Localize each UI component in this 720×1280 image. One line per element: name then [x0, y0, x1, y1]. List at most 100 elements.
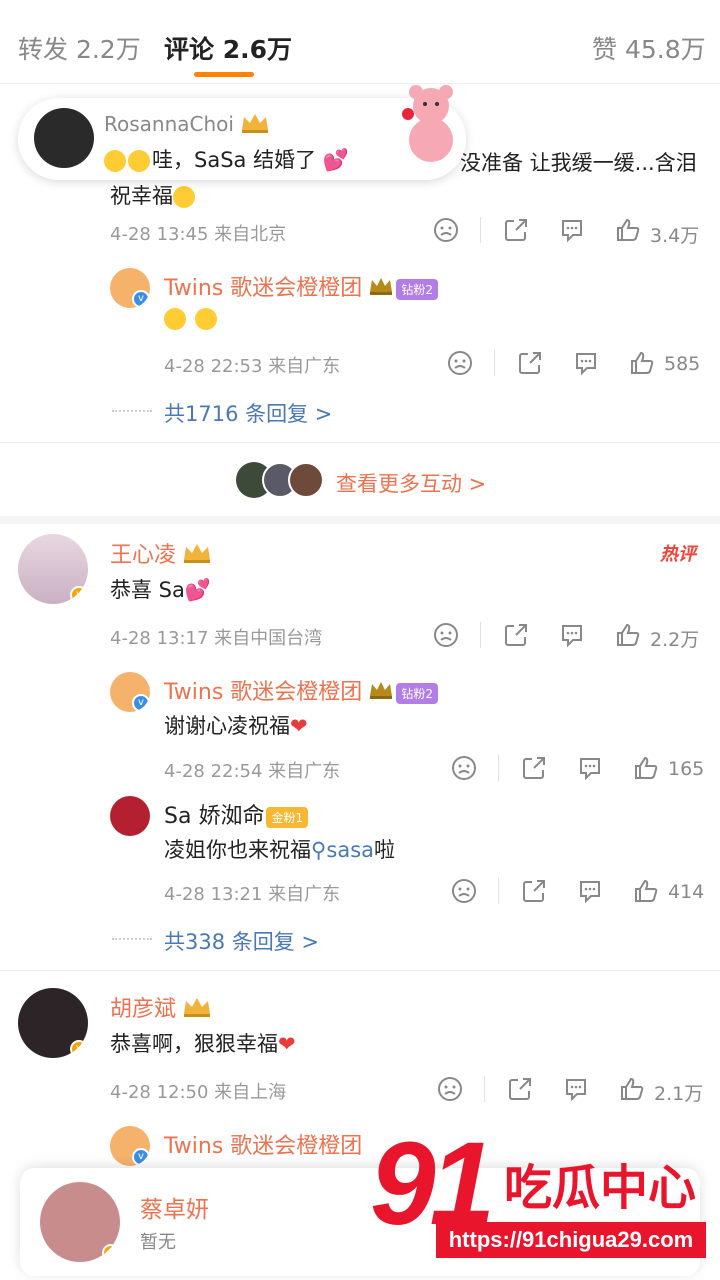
watermark-url: https://91chigua29.com: [436, 1222, 706, 1258]
avatar: [288, 462, 324, 498]
avatar[interactable]: [110, 796, 150, 836]
tab-repost[interactable]: 转发 2.2万: [18, 30, 141, 66]
action-divider: [498, 878, 499, 904]
reply-author[interactable]: Twins 歌迷会橙橙团 钻粉2: [164, 674, 438, 706]
dislike-icon[interactable]: [436, 1075, 464, 1103]
bear-sticker-icon: [398, 84, 464, 164]
like-icon[interactable]: [628, 349, 656, 377]
share-icon[interactable]: [516, 349, 544, 377]
reply-meta: 4-28 13:21 来自广东: [164, 884, 341, 905]
avatar[interactable]: v: [18, 534, 88, 604]
dislike-icon[interactable]: [446, 349, 474, 377]
dislike-icon[interactable]: [432, 621, 460, 649]
heart-icon: 💕: [184, 578, 212, 602]
avatar[interactable]: v: [110, 268, 150, 308]
avatar[interactable]: v: [110, 672, 150, 712]
like-icon[interactable]: [614, 216, 642, 244]
reply-meta: 4-28 22:54 来自广东: [164, 761, 341, 782]
laughing-emoji-icon: [164, 308, 186, 330]
reply-text: [164, 306, 219, 330]
comment-author[interactable]: 王心凌: [110, 537, 212, 570]
like-count: 2.1万: [654, 1083, 704, 1105]
heart-icon: ❤: [290, 714, 308, 738]
reply-text: 凌姐你也来祝福⚲sasa啦: [164, 838, 396, 862]
more-interactions-link[interactable]: 查看更多互动 >: [336, 468, 486, 498]
reply-author[interactable]: Sa 娇洳命 金粉1: [164, 798, 309, 830]
share-icon[interactable]: [506, 1075, 534, 1103]
tab-like[interactable]: 赞 45.8万: [592, 30, 706, 66]
comment-meta: 4-28 12:50 来自上海: [110, 1082, 287, 1103]
crown-icon: [182, 542, 212, 570]
reply-author[interactable]: Twins 歌迷会橙橙团 钻粉2: [164, 270, 438, 302]
reply-meta: 4-28 22:53 来自广东: [164, 356, 341, 377]
avatar: [34, 108, 94, 168]
dislike-icon[interactable]: [432, 216, 460, 244]
heart-icon: 💕: [322, 148, 349, 172]
crown-icon: [240, 112, 270, 139]
fan-badge: 钻粉2: [396, 278, 438, 300]
emoji-icon: [128, 150, 150, 172]
crying-emoji-icon: [173, 186, 195, 208]
fan-badge: 钻粉2: [396, 682, 438, 704]
share-icon[interactable]: [520, 877, 548, 905]
like-count: 2.2万: [650, 629, 700, 651]
action-divider: [494, 350, 495, 376]
share-icon[interactable]: [502, 216, 530, 244]
fan-badge: 金粉1: [266, 806, 309, 828]
reply-text: 谢谢心凌祝福❤: [164, 714, 308, 738]
dislike-icon[interactable]: [450, 877, 478, 905]
divider: [0, 970, 720, 971]
action-divider: [480, 622, 481, 648]
heart-icon: ❤: [278, 1032, 296, 1056]
comment-meta: 4-28 13:17 来自中国台湾: [110, 628, 323, 649]
like-icon[interactable]: [614, 621, 642, 649]
like-count: 414: [668, 881, 705, 903]
section-divider: [0, 516, 720, 524]
hot-comment-badge: 热评: [660, 544, 696, 565]
comment-icon[interactable]: [576, 754, 604, 782]
card-name: 蔡卓妍: [140, 1197, 209, 1223]
comment-icon[interactable]: [562, 1075, 590, 1103]
crown-icon: [182, 996, 212, 1024]
dislike-icon[interactable]: [450, 754, 478, 782]
comment-text: 恭喜啊，狠狠幸福❤: [110, 1032, 296, 1056]
like-icon[interactable]: [618, 1075, 646, 1103]
comment-icon[interactable]: [572, 349, 600, 377]
avatar[interactable]: v: [110, 1126, 150, 1166]
comment-text: 没准备 让我缓一缓...含泪: [460, 151, 697, 175]
laughing-emoji-icon: [194, 308, 217, 330]
search-icon: ⚲: [311, 838, 327, 862]
like-count: 585: [664, 353, 701, 375]
action-divider: [498, 755, 499, 781]
share-icon[interactable]: [502, 621, 530, 649]
comment-icon[interactable]: [558, 621, 586, 649]
crown-icon: [368, 276, 394, 302]
view-replies-link[interactable]: 共1716 条回复 >: [164, 398, 332, 428]
avatar: v: [40, 1182, 120, 1262]
comment-author[interactable]: 胡彦斌: [110, 991, 212, 1024]
like-icon[interactable]: [632, 754, 660, 782]
comment-meta: 4-28 13:45 来自北京: [110, 224, 287, 245]
tab-active-indicator: [194, 72, 254, 77]
dotted-line: [112, 938, 152, 940]
share-icon[interactable]: [520, 754, 548, 782]
crown-icon: [368, 680, 394, 706]
reply-author[interactable]: Twins 歌迷会橙橙团: [164, 1128, 362, 1160]
comment-text: 恭喜 Sa💕: [110, 578, 212, 602]
comment-text-line2: 祝幸福: [110, 180, 197, 210]
like-count: 165: [668, 758, 705, 780]
action-divider: [480, 217, 481, 243]
watermark-text: 吃瓜中心: [504, 1160, 697, 1216]
comment-icon[interactable]: [558, 216, 586, 244]
like-icon[interactable]: [632, 877, 660, 905]
dotted-line: [112, 410, 152, 412]
divider: [0, 442, 720, 443]
card-subtitle: 暂无: [140, 1232, 176, 1253]
tab-bar: 转发 2.2万 评论 2.6万 赞 45.8万: [0, 0, 720, 84]
comment-icon[interactable]: [576, 877, 604, 905]
avatar[interactable]: v: [18, 988, 88, 1058]
search-topic-link[interactable]: ⚲sasa: [311, 838, 374, 862]
tab-comment[interactable]: 评论 2.6万: [164, 30, 292, 66]
view-replies-link[interactable]: 共338 条回复 >: [164, 926, 319, 956]
like-count: 3.4万: [650, 225, 700, 247]
